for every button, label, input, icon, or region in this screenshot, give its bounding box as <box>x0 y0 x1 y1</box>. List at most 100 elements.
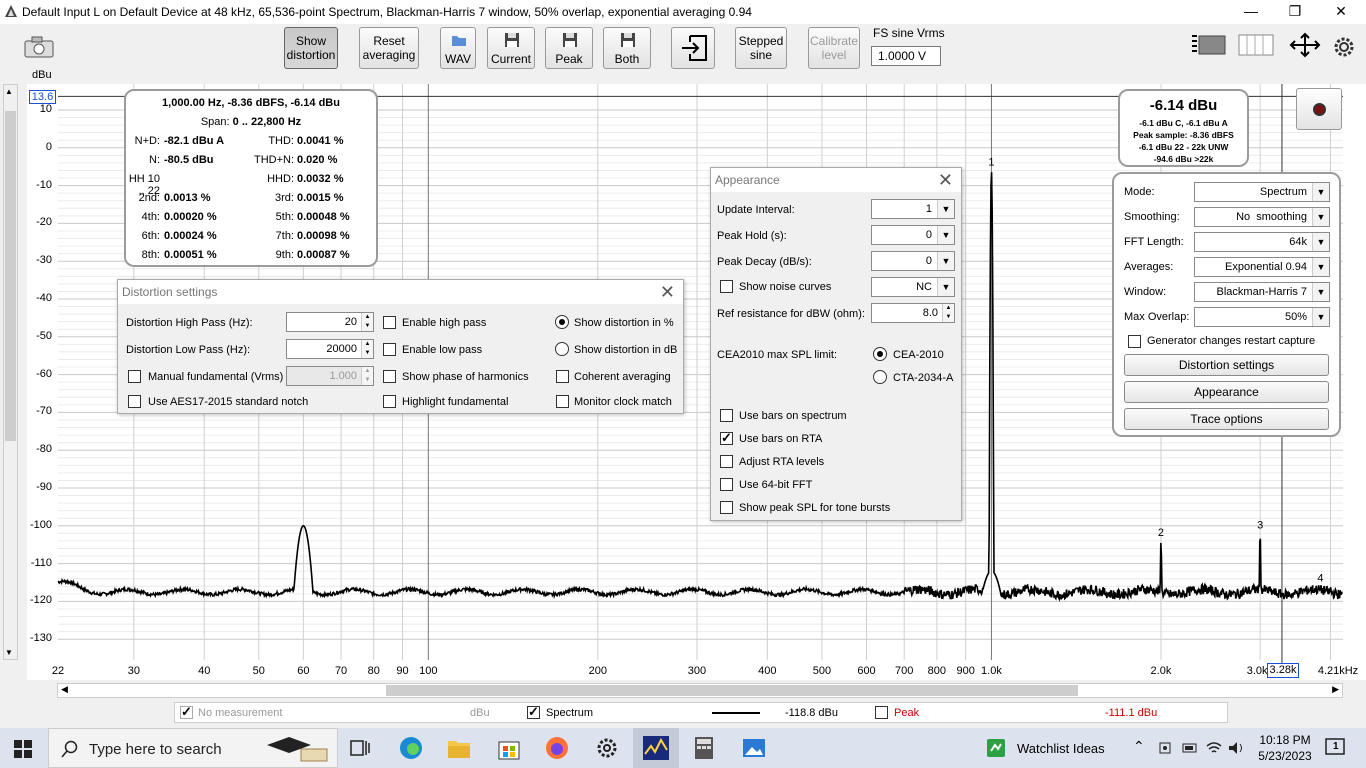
horizontal-scrollbar[interactable]: ◀ ▶ <box>57 683 1343 698</box>
bars-rta-checkbox[interactable] <box>720 430 733 446</box>
scroll-right-icon[interactable]: ▶ <box>1332 684 1339 695</box>
calibrate-level-button[interactable]: Calibrate level <box>808 27 860 69</box>
overlap-select[interactable]: 50% ▼ <box>1194 307 1330 327</box>
grid-icon[interactable] <box>1238 34 1274 56</box>
fft-select[interactable]: 64k ▼ <box>1194 232 1330 252</box>
restore-button[interactable]: ❐ <box>1272 0 1318 24</box>
show-phase-checkbox[interactable] <box>383 370 396 383</box>
camera-tray-icon[interactable] <box>1158 740 1174 756</box>
coherent-checkbox[interactable] <box>556 370 569 383</box>
update-interval-select[interactable]: 1 ▼ <box>871 199 955 219</box>
smoothing-select[interactable]: No smoothing ▼ <box>1194 207 1330 227</box>
store-icon[interactable] <box>497 736 521 760</box>
scroll-up-icon[interactable]: ▲ <box>5 87 13 96</box>
spin-arrows-icon[interactable]: ▲ ▼ <box>361 340 373 358</box>
h-scroll-thumb[interactable] <box>386 685 1078 696</box>
minimize-button[interactable]: — <box>1228 0 1274 24</box>
peak-button[interactable]: Peak <box>545 27 593 69</box>
spectrum-checkbox[interactable] <box>527 704 540 720</box>
both-button[interactable]: Both <box>603 27 651 69</box>
highlight-fundamental-checkbox[interactable] <box>383 395 396 408</box>
show-db-radio[interactable] <box>555 342 569 356</box>
show-pct-radio[interactable] <box>555 315 569 329</box>
settings-gear-icon[interactable] <box>596 737 618 759</box>
chevron-up-icon[interactable]: ⌃ <box>1133 738 1145 755</box>
x-tick-label: 400 <box>758 665 777 677</box>
high-pass-input[interactable]: 20 ▲ ▼ <box>286 312 374 332</box>
peak-decay-select[interactable]: 0 ▼ <box>871 251 955 271</box>
overlap-label: Max Overlap: <box>1124 311 1190 323</box>
x-cursor-value[interactable]: 3.28k <box>1267 663 1299 678</box>
clock[interactable]: 10:18 PM 5/23/2023 <box>1252 732 1318 764</box>
export-button[interactable] <box>671 27 715 69</box>
mode-value: Spectrum <box>1259 186 1307 198</box>
vertical-scrollbar[interactable]: ▲ ▼ <box>3 84 18 660</box>
cea-2010-label: CEA-2010 <box>893 349 944 361</box>
spin-arrows-icon[interactable]: ▲ ▼ <box>361 313 373 331</box>
watchlist-icon[interactable] <box>987 739 1005 757</box>
current-button[interactable]: Current <box>487 27 535 69</box>
scroll-left-icon[interactable]: ◀ <box>61 684 68 695</box>
fft64-checkbox[interactable] <box>720 478 733 491</box>
edge-icon[interactable] <box>399 736 423 760</box>
camera-icon[interactable] <box>24 36 54 58</box>
restart-capture-checkbox[interactable] <box>1128 335 1141 348</box>
distortion-settings-button[interactable]: Distortion settings <box>1124 354 1329 376</box>
battery-icon[interactable] <box>1182 740 1198 756</box>
windows-start-icon[interactable] <box>14 740 32 758</box>
reset-averaging-button[interactable]: Reset averaging <box>359 27 419 69</box>
spin-arrows-icon[interactable]: ▲ ▼ <box>361 367 373 385</box>
distortion-header: 1,000.00 Hz, -8.36 dBFS, -6.14 dBu <box>162 97 340 109</box>
adjust-rta-checkbox[interactable] <box>720 455 733 468</box>
y-top-value[interactable]: 13.6 <box>29 90 56 104</box>
noise-curves-select[interactable]: NC ▼ <box>871 277 955 297</box>
mode-select[interactable]: Spectrum ▼ <box>1194 182 1330 202</box>
bars-spectrum-checkbox[interactable] <box>720 409 733 422</box>
enable-low-pass-checkbox[interactable] <box>383 343 396 356</box>
search-box[interactable]: Type here to search <box>48 728 338 768</box>
record-button[interactable] <box>1296 88 1342 130</box>
watchlist-label[interactable]: Watchlist Ideas <box>1017 741 1105 756</box>
firefox-icon[interactable] <box>545 736 569 760</box>
enable-high-pass-checkbox[interactable] <box>383 316 396 329</box>
close-icon[interactable]: ✕ <box>660 282 675 303</box>
low-pass-input[interactable]: 20000 ▲ ▼ <box>286 339 374 359</box>
photos-icon[interactable] <box>742 736 766 760</box>
scroll-thumb[interactable] <box>5 111 16 441</box>
noise-curves-checkbox[interactable] <box>720 280 733 293</box>
spin-arrows-icon[interactable]: ▲ ▼ <box>942 304 954 322</box>
peak-hold-select[interactable]: 0 ▼ <box>871 225 955 245</box>
peak-checkbox[interactable] <box>875 706 888 719</box>
appearance-button[interactable]: Appearance <box>1124 381 1329 403</box>
cea-2010-radio[interactable] <box>873 347 887 361</box>
aes17-checkbox[interactable] <box>128 395 141 408</box>
wav-button[interactable]: WAV <box>440 27 476 69</box>
move-icon[interactable] <box>1287 32 1323 58</box>
limits-icon[interactable] <box>1190 32 1226 58</box>
wifi-icon[interactable] <box>1205 740 1223 756</box>
calculator-icon[interactable] <box>694 736 714 760</box>
manual-fundamental-checkbox[interactable] <box>128 370 141 383</box>
monitor-clock-checkbox[interactable] <box>556 395 569 408</box>
no-measurement-checkbox[interactable] <box>180 704 193 720</box>
peak-spl-checkbox[interactable] <box>720 501 733 514</box>
window-select[interactable]: Blackman-Harris 7 ▼ <box>1194 282 1330 302</box>
volume-icon[interactable] <box>1228 740 1246 756</box>
gear-icon[interactable] <box>1333 36 1355 58</box>
y-tick-label: -130 <box>29 632 52 645</box>
fs-sine-input[interactable]: 1.0000 V <box>871 46 941 66</box>
close-button[interactable]: ✕ <box>1318 0 1364 24</box>
ref-res-input[interactable]: 8.0 ▲ ▼ <box>871 303 955 323</box>
aes17-label: Use AES17-2015 standard notch <box>148 396 309 408</box>
rew-taskbar-button[interactable] <box>633 728 679 768</box>
scroll-down-icon[interactable]: ▼ <box>5 648 13 657</box>
cta-2034-radio[interactable] <box>873 370 887 384</box>
show-distortion-button[interactable]: Show distortion <box>284 27 338 69</box>
averages-select[interactable]: Exponential 0.94 ▼ <box>1194 257 1330 277</box>
manual-fundamental-input[interactable]: 1.000 ▲ ▼ <box>286 366 374 386</box>
file-explorer-icon[interactable] <box>447 737 471 759</box>
stepped-sine-button[interactable]: Stepped sine <box>735 27 787 69</box>
close-icon[interactable]: ✕ <box>938 170 953 191</box>
task-view-icon[interactable] <box>350 739 370 757</box>
trace-options-button[interactable]: Trace options <box>1124 408 1329 430</box>
